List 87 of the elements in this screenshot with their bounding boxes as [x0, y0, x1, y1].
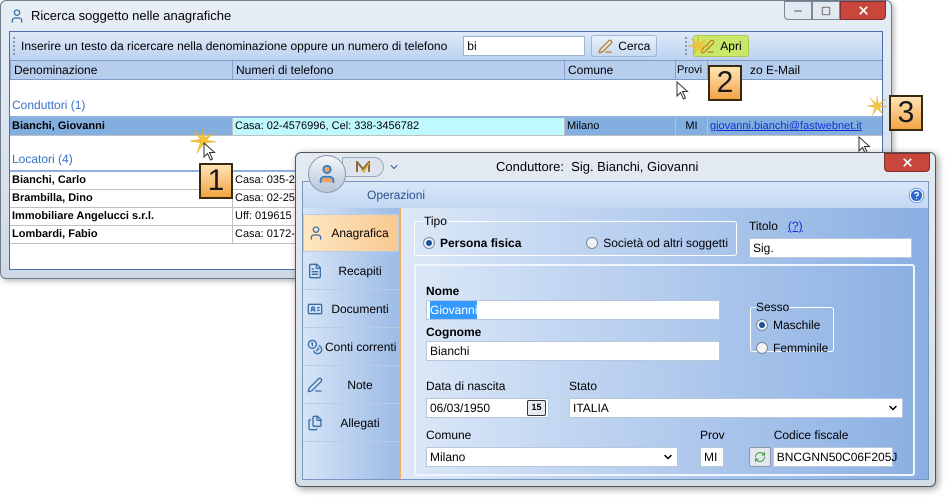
starburst-icon — [867, 96, 887, 116]
id-card-icon — [307, 300, 323, 316]
pencil-icon — [307, 376, 323, 392]
table-row[interactable]: Lombardi, Fabio Casa: 0172- — [10, 226, 295, 244]
title-field[interactable]: Sig. — [749, 238, 912, 258]
table-cell-text: Casa: 02-25 — [235, 191, 295, 206]
radio-button[interactable] — [756, 342, 768, 354]
field-label: Nome — [426, 283, 460, 300]
table-cell-text: MI — [685, 119, 698, 134]
column-header[interactable]: Denominazione — [14, 61, 98, 79]
column-header[interactable]: Numeri di telefono — [236, 61, 334, 79]
field-label: Prov — [700, 427, 725, 444]
files-icon — [307, 414, 323, 430]
person-icon — [9, 8, 25, 24]
mouse-cursor-icon — [203, 142, 216, 161]
radio-label: Maschile — [773, 317, 820, 334]
person-icon — [308, 225, 324, 241]
window-title: Ricerca soggetto nelle anagrafiche — [31, 7, 232, 26]
radio-button[interactable] — [756, 319, 768, 331]
refresh-icon — [754, 451, 766, 463]
navigation-item[interactable]: Conti correnti — [303, 328, 399, 366]
table-cell-text: Immobiliare Angelucci s.r.l. — [12, 209, 154, 224]
pencil-icon — [598, 38, 614, 54]
maximize-icon — [821, 6, 831, 16]
step-number-badge: 2 — [708, 65, 742, 101]
close-button[interactable] — [840, 1, 886, 20]
mouse-cursor-icon — [676, 81, 689, 100]
last-name-field[interactable]: Bianchi — [426, 341, 720, 361]
coins-icon — [307, 338, 323, 354]
search-field[interactable]: bi — [463, 36, 586, 56]
table-cell-text: Casa: 02-4576996, Cel: 338-3456782 — [235, 119, 420, 134]
logo-icon — [356, 161, 370, 173]
starburst-icon — [688, 36, 708, 56]
navigation-item[interactable]: Recapiti — [303, 252, 399, 290]
title-label: Titolo — [749, 218, 778, 235]
maximize-button[interactable] — [812, 1, 840, 20]
help-link[interactable]: (?) — [788, 217, 803, 235]
calendar-button[interactable]: 15 — [527, 400, 546, 416]
radio-button[interactable] — [586, 236, 598, 248]
starburst-icon — [190, 128, 216, 154]
table-row[interactable]: Immobiliare Angelucci s.r.l. Uff: 019615 — [10, 208, 295, 226]
radio-button[interactable] — [423, 236, 435, 248]
province-field[interactable]: MI — [700, 447, 724, 467]
field-label: Codice fiscale — [772, 427, 850, 444]
field-label: Data di nascita — [426, 378, 506, 395]
close-icon — [900, 156, 914, 169]
table-cell-text: Milano — [567, 119, 600, 134]
navigation-item[interactable]: Note — [303, 366, 399, 404]
navigation-item[interactable]: Anagrafica — [303, 214, 399, 252]
help-icon[interactable] — [909, 188, 924, 202]
toolbar-button[interactable]: Cerca — [591, 35, 658, 57]
table-cell-text: Lombardi, Fabio — [12, 227, 98, 242]
column-header[interactable]: zo E-Mail — [750, 61, 800, 79]
column-header[interactable]: Comune — [568, 61, 614, 79]
ribbon-tab[interactable]: Operazioni — [367, 186, 426, 204]
field-label: Cognome — [426, 324, 482, 341]
quick-access-button[interactable] — [342, 157, 384, 177]
country-dropdown[interactable]: ITALIA — [569, 398, 903, 418]
table-row[interactable]: Bianchi, Giovanni Casa: 02-4576996, Cel: 338-3456782 Milano MI giovanni.bianchi@fastwebnet.it — [10, 118, 882, 136]
close-button[interactable] — [884, 153, 930, 172]
field-label: Comune — [426, 427, 472, 444]
table-cell-text: Bianchi, Carlo — [12, 173, 86, 188]
step-number-badge: 3 — [889, 95, 923, 131]
search-label: Inserire un testo da ricercare nella denominazione oppure un numero di telefono — [21, 38, 448, 55]
pencil-icon — [700, 38, 716, 54]
table-row[interactable]: Brambilla, Dino Casa: 02-25 — [10, 190, 295, 208]
mouse-cursor-icon — [858, 136, 871, 155]
navigation-item[interactable]: Allegati — [303, 404, 399, 442]
column-header[interactable]: Provi — [677, 62, 702, 78]
minimize-button[interactable] — [784, 1, 812, 20]
radio-label: Società od altri soggetti — [603, 234, 728, 252]
toolbar-button[interactable]: Apri — [693, 35, 749, 57]
email-link[interactable]: giovanni.bianchi@fastwebnet.it — [710, 118, 862, 135]
radio-label: Persona fisica — [440, 234, 522, 252]
table-cell-text: Bianchi, Giovanni — [12, 119, 105, 134]
close-icon — [856, 4, 870, 17]
table-cell-text: Brambilla, Dino — [12, 191, 93, 206]
table-cell-text: Casa: 0172- — [235, 227, 295, 242]
recalculate-button[interactable] — [748, 447, 771, 467]
birth-date-field[interactable]: 06/03/1950 15 — [426, 398, 549, 418]
city-dropdown[interactable]: Milano — [426, 447, 678, 467]
navigation-item[interactable]: Documenti — [303, 290, 399, 328]
table-cell-text: Casa: 035-2 — [235, 173, 295, 188]
field-label: Stato — [569, 378, 598, 395]
table-cell-text: Uff: 019615 — [235, 209, 292, 224]
step-number-badge: 1 — [199, 163, 233, 199]
document-icon — [307, 262, 323, 278]
